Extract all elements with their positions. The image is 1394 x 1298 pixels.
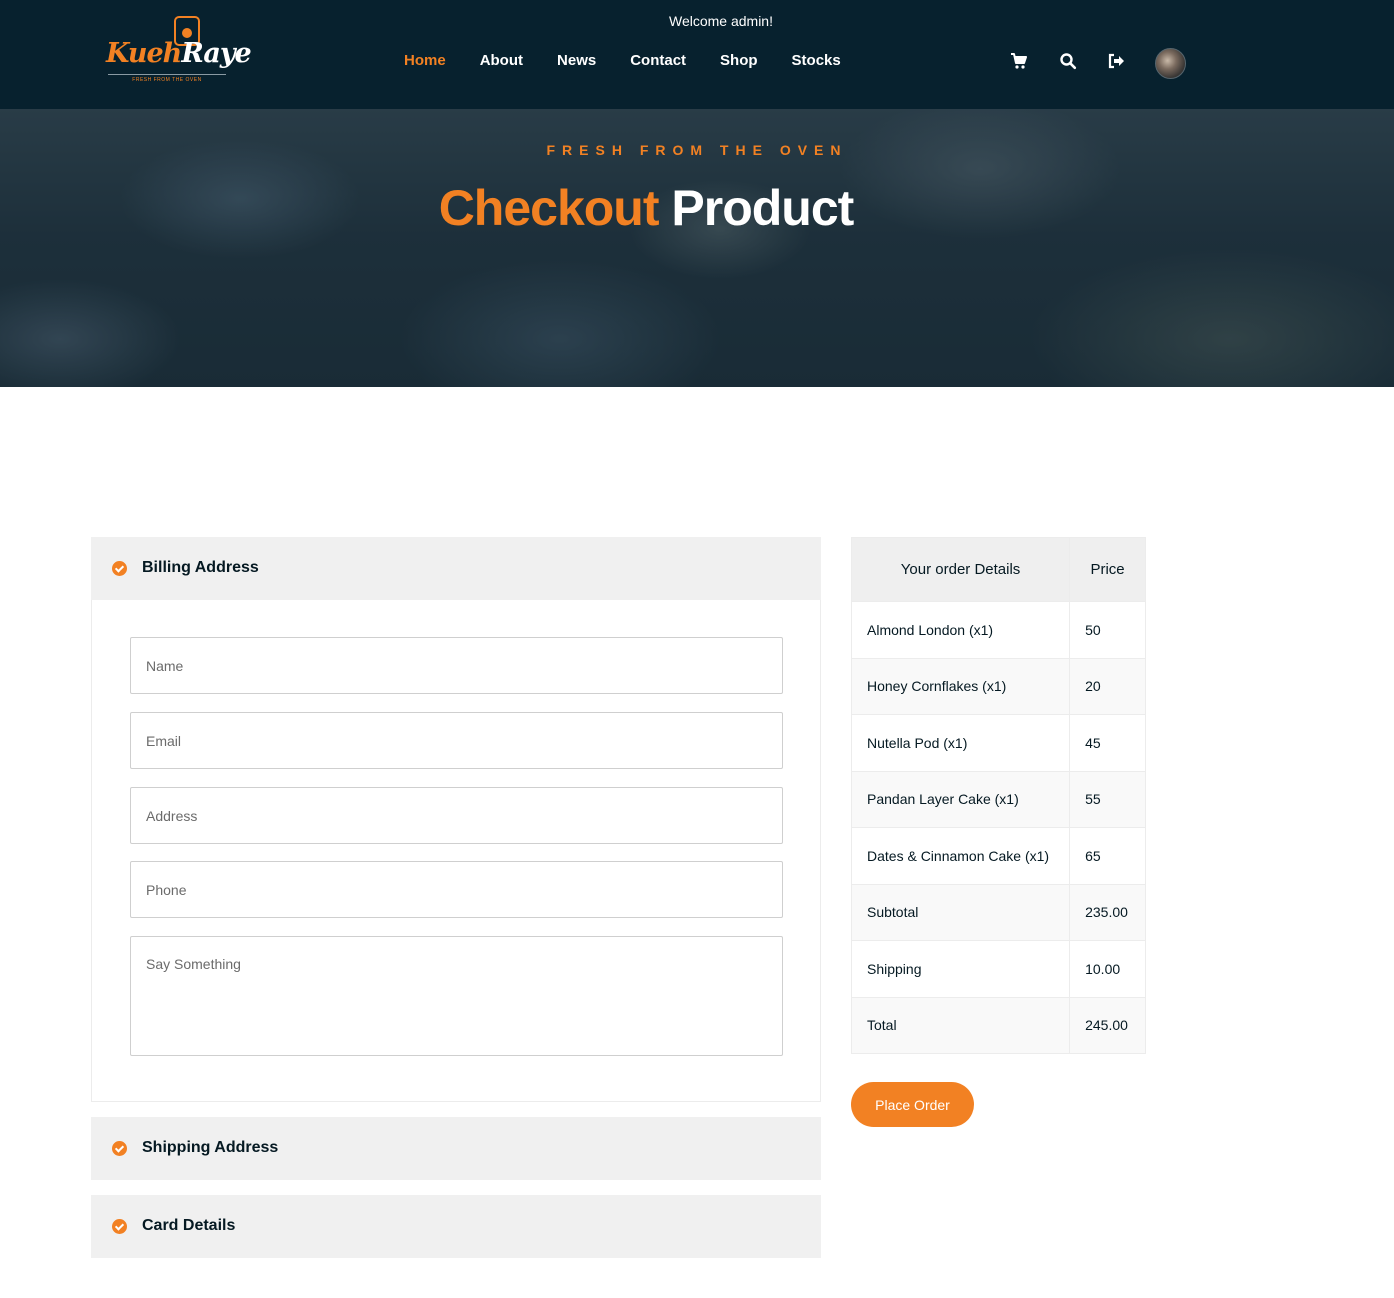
nav-news[interactable]: News (557, 52, 596, 69)
billing-address-header[interactable]: Billing Address (91, 537, 821, 600)
table-row: Pandan Layer Cake (x1) 55 (850, 770, 1146, 828)
name-field[interactable] (130, 637, 783, 694)
table-row: Almond London (x1) 50 (850, 601, 1146, 659)
order-item: Almond London (x1) (850, 601, 1071, 659)
order-item: Honey Cornflakes (x1) (850, 657, 1071, 715)
message-field[interactable] (130, 936, 783, 1056)
nav-about[interactable]: About (480, 52, 523, 69)
table-row: Honey Cornflakes (x1) 20 (850, 657, 1146, 715)
subtotal-row: Subtotal 235.00 (850, 883, 1146, 941)
order-item: Dates & Cinnamon Cake (x1) (850, 827, 1071, 885)
check-circle-icon (112, 1219, 127, 1234)
sign-out-icon[interactable] (1107, 52, 1125, 70)
order-price: 50 (1069, 601, 1146, 659)
logo-tagline: FRESH FROM THE OVEN (108, 74, 226, 83)
order-details-table: Your order Details Price Almond London (… (850, 537, 1146, 1054)
top-navigation-bar: Welcome admin! KuehRaye FRESH FROM THE O… (0, 0, 1394, 109)
card-details-title: Card Details (142, 1217, 236, 1234)
email-field[interactable] (130, 712, 783, 769)
search-icon[interactable] (1059, 52, 1077, 70)
subtotal-value: 235.00 (1069, 883, 1146, 941)
order-item: Nutella Pod (x1) (850, 714, 1071, 772)
billing-address-title: Billing Address (142, 559, 259, 576)
order-price: 65 (1069, 827, 1146, 885)
order-price: 20 (1069, 657, 1146, 715)
nav-stocks[interactable]: Stocks (792, 52, 841, 69)
main-nav: Home About News Contact Shop Stocks (404, 52, 875, 69)
check-circle-icon (112, 1141, 127, 1156)
total-value: 245.00 (1069, 996, 1146, 1054)
order-price: 45 (1069, 714, 1146, 772)
price-header: Price (1069, 537, 1146, 602)
page-hero: FRESH FROM THE OVEN Checkout Product (0, 109, 1394, 387)
nav-shop[interactable]: Shop (720, 52, 758, 69)
shipping-label: Shipping (850, 940, 1071, 998)
page-title: Checkout Product (438, 180, 855, 236)
total-row: Total 245.00 (850, 996, 1146, 1054)
total-label: Total (850, 996, 1071, 1054)
place-order-button[interactable]: Place Order (851, 1082, 974, 1127)
order-item: Pandan Layer Cake (x1) (850, 770, 1071, 828)
hero-subtitle: FRESH FROM THE OVEN (546, 142, 848, 158)
user-avatar[interactable] (1155, 48, 1186, 79)
shipping-value: 10.00 (1069, 940, 1146, 998)
card-details-header[interactable]: Card Details (91, 1195, 821, 1258)
order-price: 55 (1069, 770, 1146, 828)
phone-field[interactable] (130, 861, 783, 918)
shipping-row: Shipping 10.00 (850, 940, 1146, 998)
logo-wordmark: KuehRaye (106, 38, 252, 69)
shipping-address-title: Shipping Address (142, 1139, 279, 1156)
cart-icon[interactable] (1010, 52, 1028, 70)
subtotal-label: Subtotal (850, 883, 1071, 941)
site-logo[interactable]: KuehRaye FRESH FROM THE OVEN (104, 16, 252, 86)
address-field[interactable] (130, 787, 783, 844)
shipping-address-header[interactable]: Shipping Address (91, 1117, 821, 1180)
nav-contact[interactable]: Contact (630, 52, 686, 69)
check-circle-icon (112, 561, 127, 576)
nav-home[interactable]: Home (404, 52, 446, 69)
table-row: Nutella Pod (x1) 45 (850, 714, 1146, 772)
order-details-header: Your order Details (850, 537, 1071, 602)
table-row: Dates & Cinnamon Cake (x1) 65 (850, 827, 1146, 885)
